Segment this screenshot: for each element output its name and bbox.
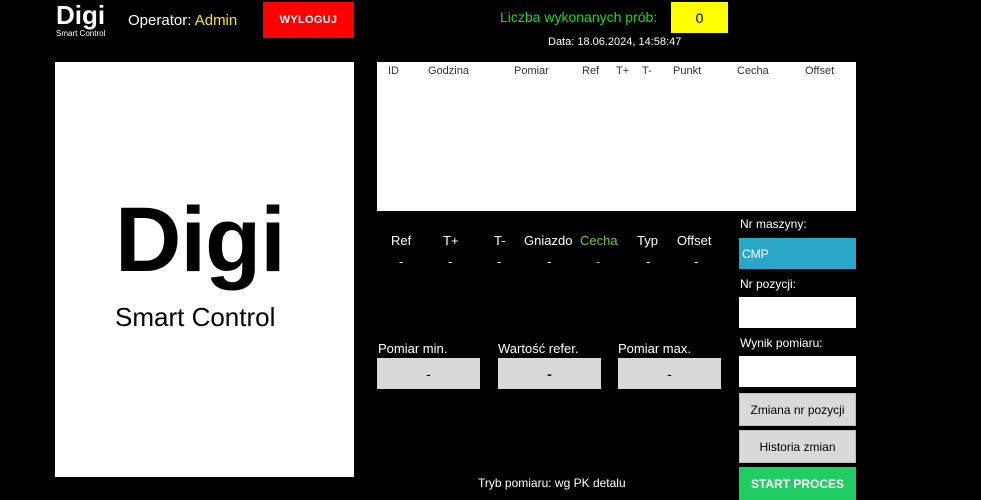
header-logo: Digi Smart Control [56,2,105,38]
info-value-feature: - [596,254,601,269]
info-header-offset: Offset [677,233,712,248]
operator-info: Operator: Admin [128,12,237,29]
header-logo-subtitle: Smart Control [56,29,106,38]
column-header-feature: Cecha [737,65,769,77]
column-header-measurement: Pomiar [514,65,549,77]
info-header-ref: Ref [391,233,412,248]
measurement-min-label: Pomiar min. [378,341,448,356]
column-header-tminus: T- [642,65,652,77]
column-header-tplus: T+ [616,65,630,77]
machine-number-select[interactable]: CMP [739,238,856,269]
machine-number-label: Nr maszyny: [740,217,807,231]
info-value-tplus: - [448,254,453,269]
logout-button[interactable]: WYLOGUJ [263,2,354,38]
info-header-feature: Cecha [580,233,618,248]
change-history-button[interactable]: Historia zmian [739,430,856,463]
info-header-tminus: T- [494,233,506,248]
tests-count-label: Liczba wykonanych prób: [500,9,658,25]
info-value-offset: - [694,254,699,269]
column-header-offset: Offset [805,65,835,77]
measurement-result-input[interactable] [739,356,856,387]
info-header-tplus: T+ [443,233,459,248]
measurement-mode-value: wg PK detalu [554,476,626,490]
position-number-label: Nr pozycji: [740,277,797,291]
measurement-min-value: - [377,358,480,389]
operator-name: Admin [194,12,238,29]
measurement-mode-label: Tryb pomiaru: [478,476,552,490]
logo-panel-subtitle: Smart Control [115,302,276,332]
column-header-ref: Ref [582,65,600,77]
measurement-max-label: Pomiar max. [618,341,691,356]
column-header-point: Punkt [673,65,702,77]
info-header-type: Typ [637,233,658,248]
tests-count-value: 0 [671,2,728,33]
start-process-button[interactable]: START PROCES [739,467,856,500]
measurement-ref-label: Wartość refer. [498,341,579,356]
header-logo-title: Digi [56,0,106,30]
info-value-tminus: - [497,254,502,269]
info-value-ref: - [399,254,404,269]
info-value-type: - [646,254,651,269]
logo-panel-title: Digi [115,189,286,291]
column-header-id: ID [388,65,399,77]
results-table[interactable]: ID Godzina Pomiar Ref T+ T- Punkt Cecha … [377,62,856,211]
measurement-result-label: Wynik pomiaru: [740,336,823,350]
info-value-socket: - [547,254,552,269]
current-datetime: Data: 18.06.2024, 14:58:47 [548,36,682,48]
measurement-mode: Tryb pomiaru: wg PK detalu [478,476,626,490]
position-number-input[interactable] [739,297,856,328]
info-header-socket: Gniazdo [524,233,573,248]
logo-panel: Digi Smart Control [55,62,354,477]
measurement-max-value: - [618,358,721,389]
column-header-time: Godzina [428,65,469,77]
measurement-ref-value: - [498,358,601,389]
change-position-button[interactable]: Zmiana nr pozycji [739,393,856,426]
operator-label: Operator: [128,12,192,29]
